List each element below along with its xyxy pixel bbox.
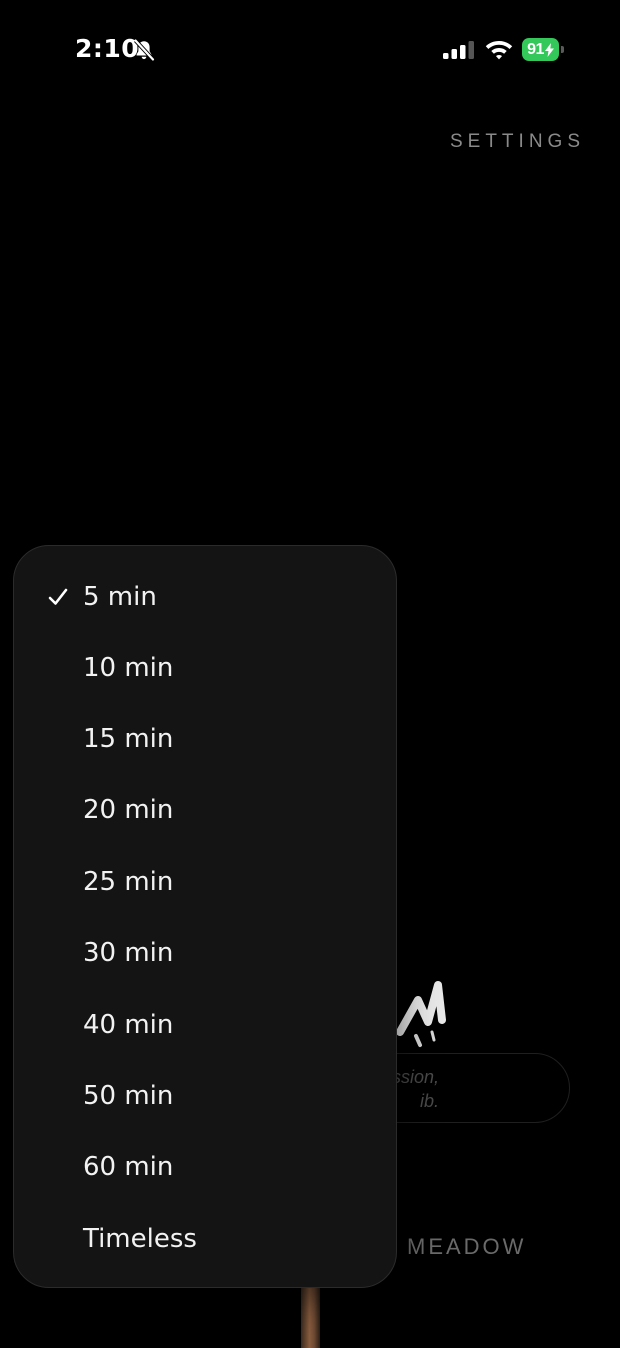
battery-charging-icon: 91 (522, 38, 566, 61)
menu-item-15-min[interactable]: 15 min (14, 703, 396, 774)
menu-item-label: 40 min (83, 1009, 174, 1040)
menu-item-label: Timeless (83, 1223, 197, 1254)
menu-item-label: 15 min (83, 723, 174, 754)
menu-item-5-min[interactable]: 5 min (14, 561, 396, 632)
menu-item-label: 60 min (83, 1151, 174, 1182)
checkmark-icon (48, 588, 68, 605)
menu-item-timeless[interactable]: Timeless (14, 1203, 396, 1274)
menu-item-60-min[interactable]: 60 min (14, 1131, 396, 1202)
menu-item-40-min[interactable]: 40 min (14, 989, 396, 1060)
menu-item-label: 10 min (83, 652, 174, 683)
menu-item-label: 30 min (83, 937, 174, 968)
bell-slash-icon (134, 39, 155, 61)
scene-label-meadow[interactable]: MEADOW (407, 1234, 526, 1260)
bolt-icon (544, 42, 554, 57)
duration-menu: 5 min 10 min 15 min 20 min 25 min 30 min… (13, 545, 397, 1288)
status-time: 2:10 (75, 34, 140, 63)
wifi-icon (485, 41, 513, 60)
menu-item-30-min[interactable]: 30 min (14, 917, 396, 988)
settings-link[interactable]: SETTINGS (450, 131, 585, 153)
menu-item-20-min[interactable]: 20 min (14, 774, 396, 845)
status-bar: 2:10 91 (0, 0, 620, 100)
incense-stick (301, 1288, 320, 1348)
menu-item-label: 50 min (83, 1080, 174, 1111)
battery-cap (561, 46, 564, 53)
menu-item-label: 5 min (83, 581, 157, 612)
menu-item-10-min[interactable]: 10 min (14, 632, 396, 703)
menu-item-25-min[interactable]: 25 min (14, 846, 396, 917)
menu-item-label: 20 min (83, 794, 174, 825)
battery-percent: 91 (527, 40, 544, 58)
menu-item-50-min[interactable]: 50 min (14, 1060, 396, 1131)
menu-item-label: 25 min (83, 866, 174, 897)
cellular-signal-icon (443, 41, 474, 59)
battery-level: 91 (522, 38, 559, 61)
